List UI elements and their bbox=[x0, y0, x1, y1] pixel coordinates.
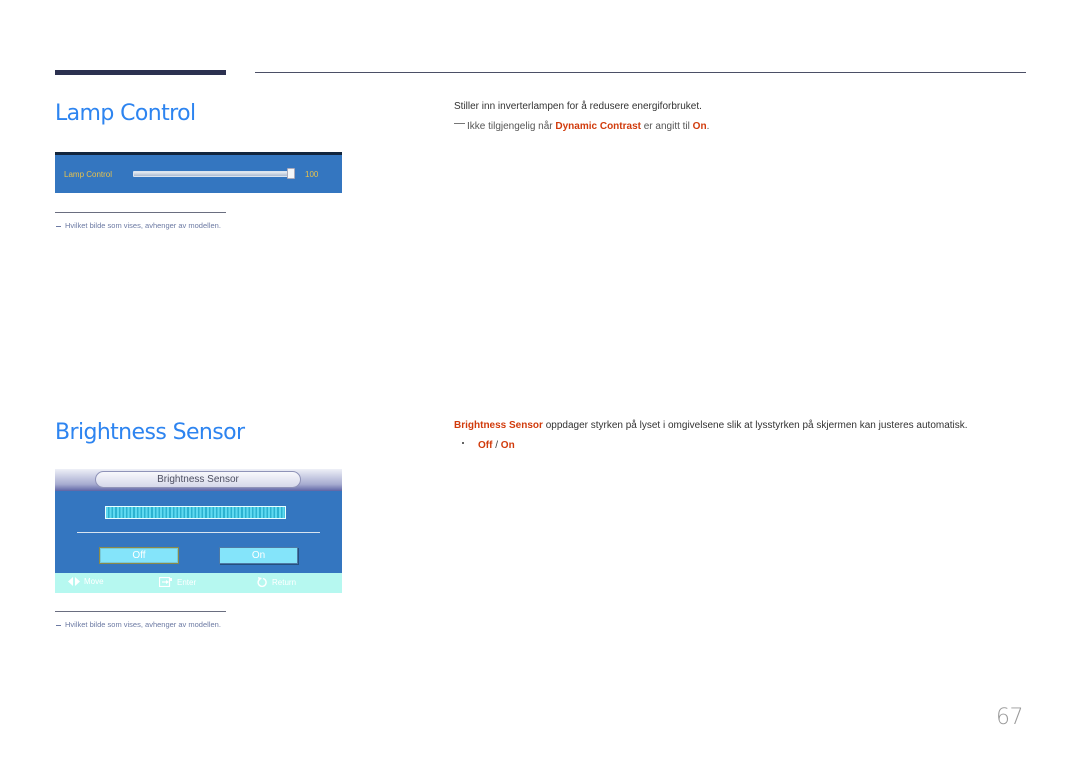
lamp-control-title: Lamp Control bbox=[55, 101, 196, 126]
lamp-control-footnote: Hvilket bilde som vises, avhenger av mod… bbox=[56, 221, 221, 230]
brightness-sensor-osd: Brightness Sensor Off On Move Enter Retu… bbox=[55, 469, 342, 593]
osd-header-title: Brightness Sensor bbox=[95, 471, 301, 488]
note-prefix: Ikke tilgjengelig når bbox=[467, 121, 556, 132]
lamp-control-slider-thumb[interactable] bbox=[287, 168, 295, 179]
option-on: On bbox=[500, 440, 515, 451]
osd-separator bbox=[77, 532, 320, 533]
brightness-sensor-footnote: Hvilket bilde som vises, avhenger av mod… bbox=[56, 620, 221, 629]
lamp-control-osd-value: 100 bbox=[305, 170, 319, 179]
footnote-rule bbox=[55, 611, 226, 612]
lamp-control-osd: Lamp Control 100 bbox=[55, 152, 342, 193]
lamp-control-slider-track[interactable] bbox=[133, 171, 295, 177]
brightness-sensor-title: Brightness Sensor bbox=[55, 420, 245, 445]
lamp-control-note: Ikke tilgjengelig når Dynamic Contrast e… bbox=[454, 121, 709, 132]
osd-header: Brightness Sensor bbox=[55, 469, 342, 491]
osd-footer: Move Enter Return bbox=[55, 573, 342, 593]
note-dash-icon bbox=[454, 122, 465, 124]
description-text: oppdager styrken på lyset i omgivelsene … bbox=[542, 420, 968, 431]
page-number: 67 bbox=[996, 705, 1024, 730]
note-dynamic-contrast: Dynamic Contrast bbox=[555, 121, 641, 132]
footer-enter: Enter bbox=[159, 577, 196, 587]
option-separator: / bbox=[492, 440, 501, 451]
enter-icon bbox=[159, 577, 172, 587]
footer-enter-label: Enter bbox=[177, 577, 197, 587]
note-suffix: . bbox=[706, 121, 710, 132]
lamp-control-osd-label: Lamp Control bbox=[64, 170, 113, 179]
option-off: Off bbox=[478, 440, 493, 451]
footnote-text: Hvilket bilde som vises, avhenger av mod… bbox=[65, 221, 221, 230]
lamp-control-description: Stiller inn inverterlampen for å reduser… bbox=[454, 101, 702, 112]
move-arrows-icon bbox=[68, 577, 80, 586]
footnote-dash-icon bbox=[56, 225, 61, 227]
header-rule-thick bbox=[55, 70, 226, 75]
brightness-sensor-description: Brightness Sensor oppdager styrken på ly… bbox=[454, 420, 968, 431]
brightness-level-bar bbox=[105, 506, 286, 519]
on-button[interactable]: On bbox=[219, 547, 298, 564]
note-middle: er angitt til bbox=[640, 121, 693, 132]
footer-move: Move bbox=[68, 577, 104, 586]
footnote-rule bbox=[55, 212, 226, 213]
off-button[interactable]: Off bbox=[99, 547, 179, 564]
footer-return-label: Return bbox=[272, 578, 297, 587]
description-highlight: Brightness Sensor bbox=[454, 420, 543, 431]
return-icon bbox=[257, 577, 267, 588]
footer-return: Return bbox=[257, 577, 296, 588]
footnote-dash-icon bbox=[56, 624, 61, 626]
footer-move-label: Move bbox=[84, 577, 104, 586]
note-on: On bbox=[692, 121, 707, 132]
footnote-text: Hvilket bilde som vises, avhenger av mod… bbox=[65, 620, 221, 629]
header-rule-thin bbox=[255, 72, 1026, 73]
brightness-sensor-options: Off / On bbox=[462, 440, 515, 451]
bullet-icon bbox=[462, 442, 464, 445]
